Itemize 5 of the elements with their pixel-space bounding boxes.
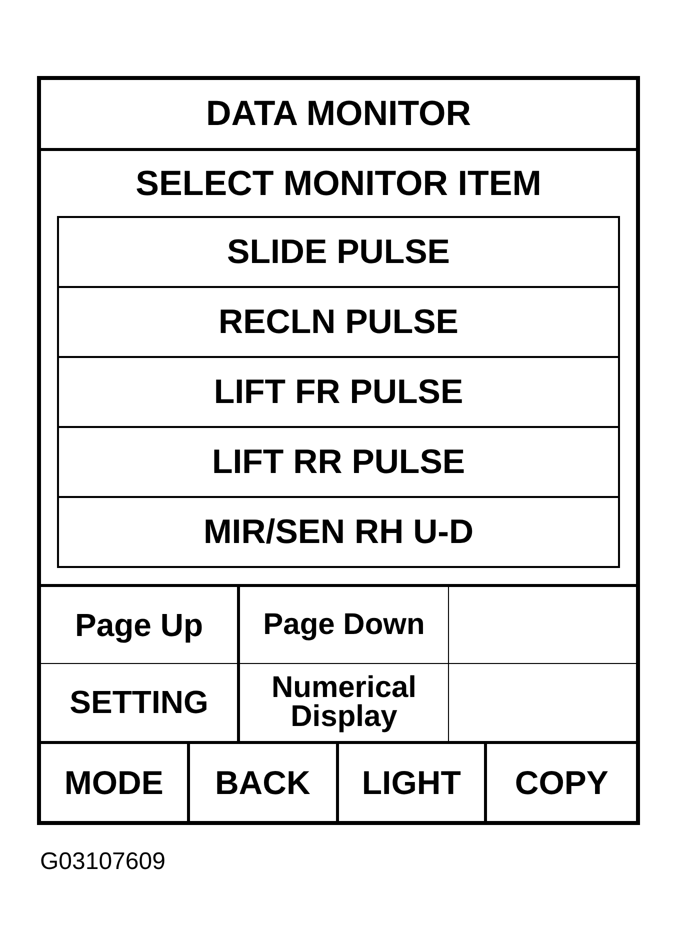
screen-title: DATA MONITOR — [41, 80, 636, 151]
soft-key-button[interactable]: Page Down — [240, 587, 449, 664]
screen-subtitle: SELECT MONITOR ITEM — [134, 162, 542, 204]
figure-id: G03107609 — [40, 848, 166, 876]
soft-key-button[interactable]: Page Up — [41, 587, 240, 664]
